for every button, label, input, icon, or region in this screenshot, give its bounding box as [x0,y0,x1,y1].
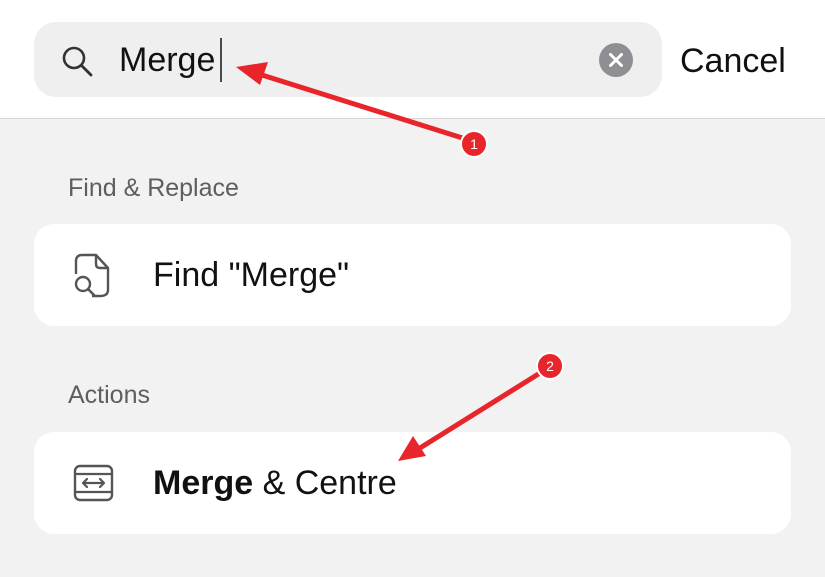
search-input[interactable]: Merge [119,37,215,83]
merge-centre-action[interactable]: Merge & Centre [34,432,791,534]
find-merge-result[interactable]: Find "Merge" [34,224,791,326]
section-header-find-replace: Find & Replace [68,174,239,202]
text-cursor [220,38,222,82]
merge-centre-label-rest: & Centre [253,464,397,502]
find-merge-label: Find "Merge" [153,256,350,294]
annotation-number-1: 1 [470,136,478,152]
search-icon [62,46,93,77]
annotation-number-2: 2 [546,358,554,374]
merge-center-icon [73,464,114,502]
cancel-button[interactable]: Cancel [680,38,786,84]
close-icon [609,53,623,67]
merge-centre-label-bold: Merge [153,464,254,502]
section-header-actions: Actions [68,381,150,409]
merge-centre-label: Merge & Centre [153,460,397,506]
document-search-icon [74,253,110,298]
clear-search-button[interactable] [599,43,633,77]
